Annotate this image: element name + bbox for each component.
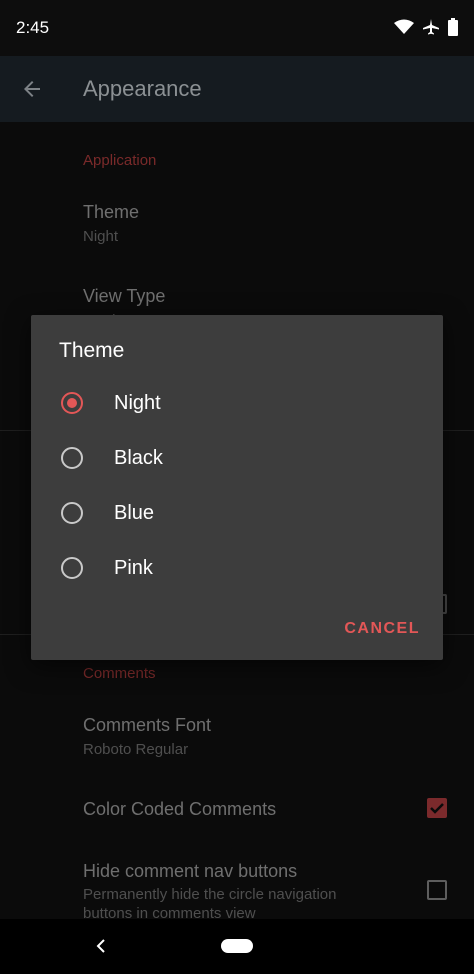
nav-back-icon[interactable] — [94, 937, 108, 955]
option-label: Black — [114, 447, 163, 469]
theme-option-pink[interactable]: Pink — [31, 541, 443, 596]
navigation-bar — [0, 919, 474, 974]
dialog-title: Theme — [59, 339, 125, 362]
nav-home-button[interactable] — [221, 939, 253, 953]
option-label: Pink — [114, 557, 153, 579]
airplane-icon — [423, 19, 439, 35]
wifi-icon — [394, 19, 414, 34]
radio-unselected[interactable] — [61, 557, 83, 579]
status-bar: 2:45 — [0, 0, 474, 56]
radio-unselected[interactable] — [61, 447, 83, 469]
theme-option-night[interactable]: Night — [31, 376, 443, 431]
radio-selected[interactable] — [61, 392, 83, 414]
theme-option-black[interactable]: Black — [31, 431, 443, 486]
cancel-button[interactable]: CANCEL — [344, 620, 420, 638]
radio-unselected[interactable] — [61, 502, 83, 524]
status-time: 2:45 — [16, 18, 50, 37]
status-icons — [394, 18, 458, 36]
theme-option-blue[interactable]: Blue — [31, 486, 443, 541]
screen: 2:45 Appearance Application Theme Night — [0, 0, 474, 974]
option-label: Blue — [114, 502, 155, 524]
theme-dialog: Theme Night Black Blue Pink CANCEL — [31, 315, 443, 660]
option-label: Night — [114, 392, 161, 414]
battery-icon — [448, 18, 458, 36]
